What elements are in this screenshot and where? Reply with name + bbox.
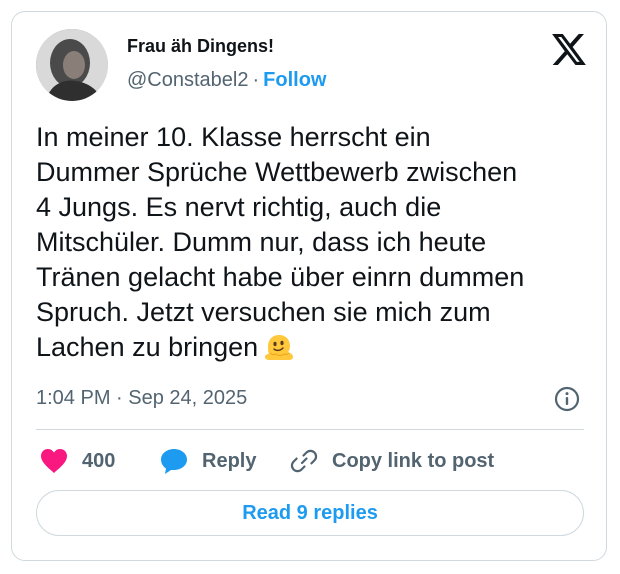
avatar[interactable]: [36, 29, 108, 101]
follow-button[interactable]: Follow: [263, 69, 326, 91]
tweet-line: Lachen zu bringen: [36, 332, 259, 362]
info-icon[interactable]: [553, 385, 581, 413]
like-count: 400: [82, 449, 116, 472]
speech-bubble-icon: [161, 449, 187, 474]
tweet-line: Spruch. Jetzt versuchen sie mich zum: [36, 297, 491, 327]
divider: [36, 429, 584, 430]
read-replies-label: Read 9 replies: [242, 501, 378, 524]
reply-label: Reply: [202, 449, 257, 472]
link-icon: [290, 449, 318, 473]
tweet-line: In meiner 10. Klasse herrscht ein: [36, 122, 431, 152]
tweet-line: Mitschüler. Dumm nur, dass ich heute: [36, 227, 487, 257]
x-logo-icon[interactable]: [552, 34, 586, 65]
tweet-card: Frau äh Dingens! @Constabel2 · Follow In m…: [11, 11, 607, 561]
tweet-timestamp[interactable]: 1:04 PM · Sep 24, 2025: [36, 387, 247, 410]
tweet-text: In meiner 10. Klasse herrscht ein Dummer…: [36, 120, 596, 365]
melting-face-emoji: [265, 335, 294, 360]
tweet-line: 4 Jungs. Es nervt richtig, auch die: [36, 192, 442, 222]
tweet-line: Dummer Sprüche Wettbewerb zwischen: [36, 157, 518, 187]
author-handle[interactable]: @Constabel2: [127, 69, 248, 91]
reply-button[interactable]: Reply: [160, 446, 256, 476]
copy-link-button[interactable]: Copy link to post: [290, 446, 494, 476]
read-replies-button[interactable]: Read 9 replies: [36, 490, 584, 536]
tweet-last-line: Lachen zu bringen: [36, 330, 596, 365]
author-handle-row: @Constabel2 · Follow: [127, 69, 326, 92]
heart-icon: [41, 449, 67, 473]
tweet-line: Tränen gelacht habe über einrn dummen: [36, 262, 525, 292]
like-button[interactable]: 400: [40, 446, 115, 476]
separator-dot: ·: [252, 69, 260, 91]
avatar-image: [36, 29, 108, 101]
copy-link-label: Copy link to post: [332, 449, 495, 472]
author-display-name[interactable]: Frau äh Dingens!: [127, 36, 274, 57]
